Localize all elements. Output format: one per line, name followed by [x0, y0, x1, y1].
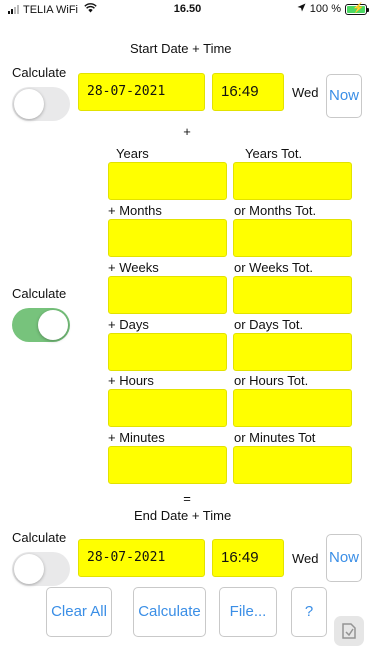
label-weeks: + Weeks — [108, 260, 159, 275]
days-tot-field[interactable] — [233, 333, 352, 371]
label-days-tot: or Days Tot. — [234, 317, 304, 332]
equals-sign: = — [183, 491, 191, 506]
hours-tot-field[interactable] — [233, 389, 352, 427]
start-heading: Start Date + Time — [130, 41, 232, 56]
label-hours-tot: or Hours Tot. — [234, 373, 309, 388]
toggle-knob — [14, 89, 44, 119]
plus-sign: + — [183, 124, 191, 139]
start-time-field[interactable]: 16:49 — [212, 73, 284, 111]
file-button[interactable]: File... — [219, 587, 277, 637]
start-calculate-toggle[interactable] — [12, 87, 70, 121]
days-field[interactable] — [108, 333, 227, 371]
status-bar: TELIA WiFi 16.50 100 % ⚡ — [0, 0, 375, 20]
minutes-tot-field[interactable] — [233, 446, 352, 484]
hours-field[interactable] — [108, 389, 227, 427]
start-date-field[interactable]: 28-07-2021 — [78, 73, 205, 111]
minutes-field[interactable] — [108, 446, 227, 484]
label-minutes: + Minutes — [108, 430, 165, 445]
weeks-field[interactable] — [108, 276, 227, 314]
label-days: + Days — [108, 317, 149, 332]
end-date-field[interactable]: 28-07-2021 — [78, 539, 205, 577]
end-calculate-label: Calculate — [12, 530, 67, 545]
years-tot-field[interactable] — [233, 162, 352, 200]
months-tot-field[interactable] — [233, 219, 352, 257]
label-minutes-tot: or Minutes Tot — [234, 430, 316, 445]
start-weekday: Wed — [292, 85, 319, 100]
clear-all-button[interactable]: Clear All — [46, 587, 112, 637]
end-weekday: Wed — [292, 551, 319, 566]
start-calculate-label: Calculate — [12, 65, 67, 80]
middle-calculate-label: Calculate — [12, 286, 67, 301]
toggle-knob — [38, 310, 68, 340]
status-right: 100 % ⚡ — [297, 2, 369, 15]
label-years-tot: Years Tot. — [245, 146, 303, 161]
middle-calculate-toggle[interactable] — [12, 308, 70, 342]
end-now-button[interactable]: Now — [326, 534, 362, 582]
label-months-tot: or Months Tot. — [234, 203, 317, 218]
battery-percent: 100 % — [309, 3, 341, 15]
label-hours: + Hours — [108, 373, 154, 388]
location-arrow-icon — [297, 3, 306, 15]
label-weeks-tot: or Weeks Tot. — [234, 260, 313, 275]
start-now-button[interactable]: Now — [326, 74, 362, 118]
calculate-button[interactable]: Calculate — [133, 587, 206, 637]
months-field[interactable] — [108, 219, 227, 257]
end-time-field[interactable]: 16:49 — [212, 539, 284, 577]
floating-app-icon[interactable] — [334, 616, 364, 646]
label-years: Years — [116, 146, 149, 161]
end-heading: End Date + Time — [134, 508, 232, 523]
battery-icon: ⚡ — [345, 2, 369, 15]
label-months: + Months — [108, 203, 162, 218]
end-calculate-toggle[interactable] — [12, 552, 70, 586]
charging-bolt-icon: ⚡ — [352, 2, 365, 14]
years-field[interactable] — [108, 162, 227, 200]
toggle-knob — [14, 554, 44, 584]
weeks-tot-field[interactable] — [233, 276, 352, 314]
help-button[interactable]: ? — [291, 587, 327, 637]
